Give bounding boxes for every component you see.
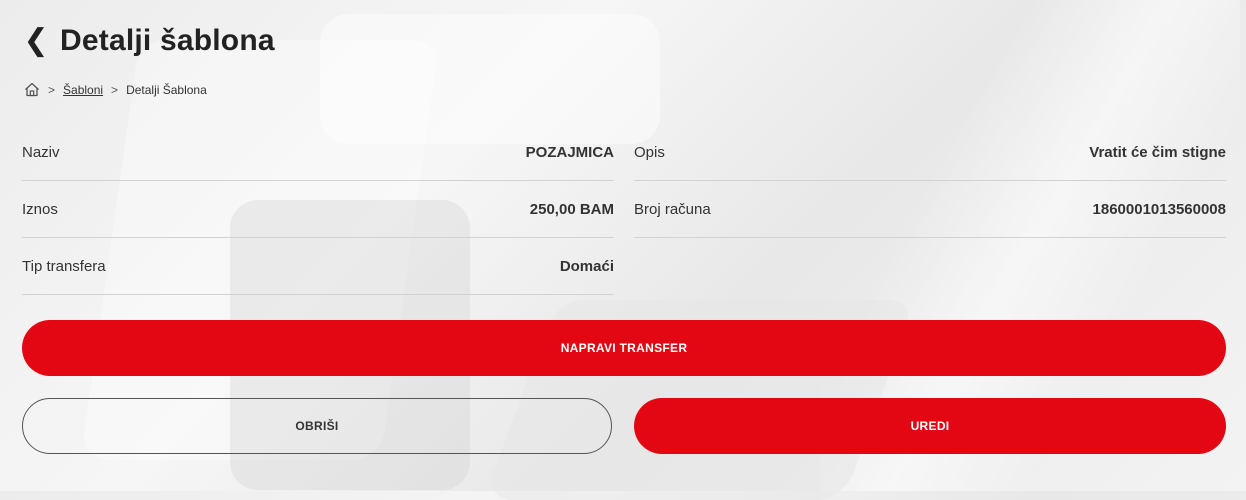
details-column-left: Naziv POZAJMICA Iznos 250,00 BAM Tip tra… (22, 124, 614, 295)
make-transfer-button[interactable]: NAPRAVI TRANSFER (22, 320, 1226, 376)
detail-label: Iznos (22, 200, 58, 218)
template-details-page: ❮ Detalji šablona > Šabloni > Detalji Ša… (0, 0, 1246, 491)
detail-value: Vratit će čim stigne (1089, 143, 1226, 161)
detail-row-account-number: Broj računa 1860001013560008 (634, 181, 1226, 238)
breadcrumb: > Šabloni > Detalji Šablona (24, 82, 207, 97)
edit-button[interactable]: UREDI (634, 398, 1226, 454)
page-title: Detalji šablona (60, 24, 275, 57)
page-header: ❮ Detalji šablona (23, 24, 275, 58)
breadcrumb-item-current: Detalji Šablona (126, 82, 207, 97)
breadcrumb-separator: > (48, 82, 56, 97)
breadcrumb-item-templates[interactable]: Šabloni (63, 83, 103, 97)
detail-row-name: Naziv POZAJMICA (22, 124, 614, 181)
details-column-right: Opis Vratit će čim stigne Broj računa 18… (634, 124, 1226, 238)
detail-row-transfer-type: Tip transfera Domaći (22, 238, 614, 295)
detail-row-amount: Iznos 250,00 BAM (22, 181, 614, 238)
detail-label: Opis (634, 143, 665, 161)
detail-value: POZAJMICA (525, 143, 614, 161)
home-icon[interactable] (24, 82, 40, 97)
detail-value: Domaći (559, 257, 614, 275)
breadcrumb-separator: > (111, 82, 119, 97)
delete-button[interactable]: OBRIŠI (22, 398, 612, 454)
detail-row-description: Opis Vratit će čim stigne (634, 124, 1226, 181)
detail-value: 1860001013560008 (1092, 200, 1226, 218)
detail-label: Broj računa (634, 200, 711, 218)
detail-value: 250,00 BAM (529, 200, 614, 218)
detail-label: Naziv (22, 143, 60, 161)
chevron-left-icon[interactable]: ❮ (23, 24, 48, 58)
detail-label: Tip transfera (22, 257, 106, 275)
